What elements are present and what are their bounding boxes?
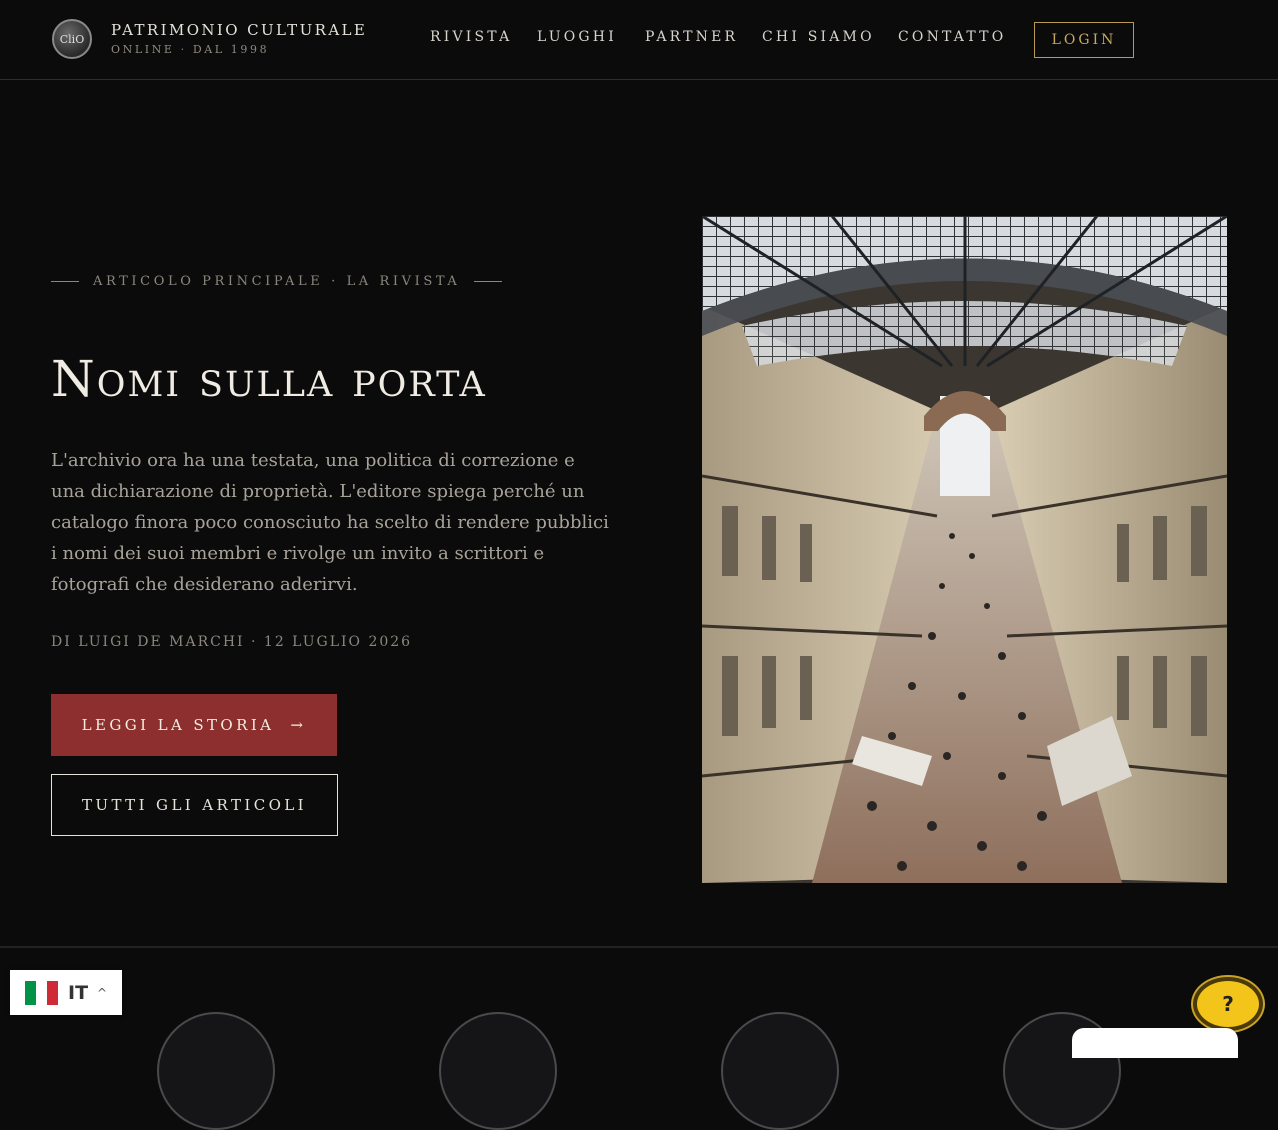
nav-luoghi[interactable]: LUOGHI	[537, 29, 617, 45]
help-button[interactable]: ?	[1193, 977, 1263, 1031]
feature-circle[interactable]	[439, 1012, 557, 1130]
nav-chi-siamo[interactable]: CHI SIAMO	[762, 29, 875, 45]
hero-image[interactable]	[702, 216, 1227, 883]
nav-partner[interactable]: PARTNER	[645, 29, 738, 45]
hero-byline: DI LUIGI DE MARCHI · 12 LUGLIO 2026	[51, 634, 413, 650]
section-divider	[0, 946, 1278, 948]
language-code: IT	[68, 981, 89, 1004]
all-articles-button[interactable]: TUTTI GLI ARTICOLI	[51, 774, 338, 836]
eyebrow-rule-left	[51, 281, 79, 282]
logo-text: CliO	[59, 32, 85, 46]
site-header: CliO PATRIMONIO CULTURALE ONLINE · DAL 1…	[0, 0, 1278, 80]
read-story-label: LEGGI LA STORIA	[81, 716, 275, 734]
hero-description: L'archivio ora ha una testata, una polit…	[51, 450, 609, 595]
language-switcher[interactable]: IT ^	[10, 970, 122, 1015]
login-button[interactable]: LOGIN	[1034, 22, 1134, 58]
eyebrow-text: ARTICOLO PRINCIPALE · LA RIVISTA	[93, 274, 461, 289]
feature-circle[interactable]	[157, 1012, 275, 1130]
logo[interactable]: CliO	[52, 19, 92, 59]
read-story-button[interactable]: LEGGI LA STORIA →	[51, 694, 337, 756]
nav-contatto[interactable]: CONTATTO	[898, 29, 1006, 45]
hero-title: Nomi sulla porta	[51, 350, 487, 408]
feature-circle[interactable]	[721, 1012, 839, 1130]
nav-rivista[interactable]: RIVISTA	[430, 29, 512, 45]
eyebrow-rule-right	[474, 281, 503, 282]
brand-title[interactable]: PATRIMONIO CULTURALE	[111, 21, 367, 39]
italy-flag-icon	[25, 980, 58, 1005]
brand-subtitle: ONLINE · DAL 1998	[111, 43, 270, 56]
hero-eyebrow: ARTICOLO PRINCIPALE · LA RIVISTA	[51, 274, 503, 289]
chevron-up-icon: ^	[97, 985, 108, 1000]
arrow-right-icon: →	[290, 716, 307, 734]
chat-widget-tab[interactable]	[1072, 1028, 1238, 1058]
